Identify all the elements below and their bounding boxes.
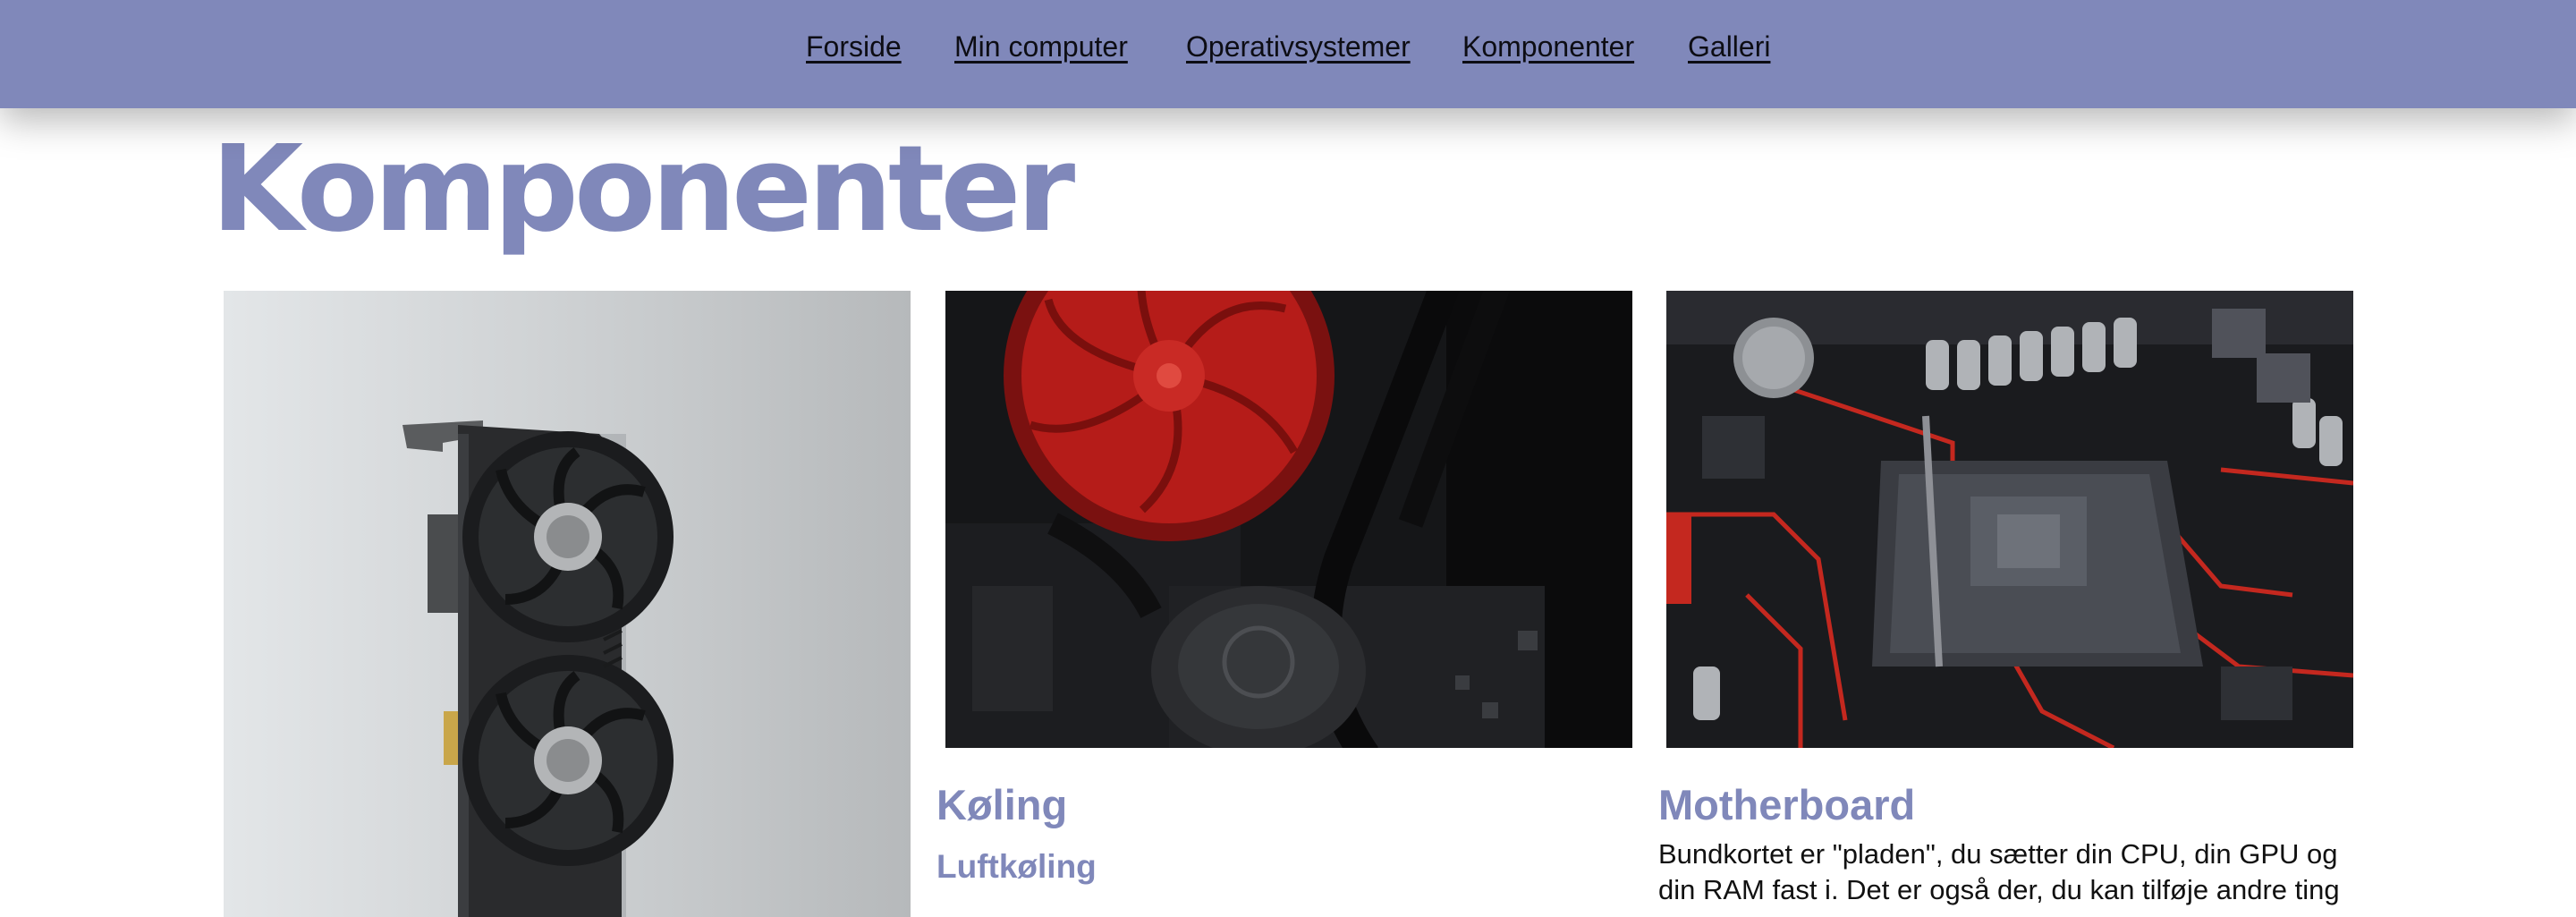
gpu-image: [224, 291, 911, 917]
cooling-image: [945, 291, 1632, 748]
card-subtitle-luftkoling: Luftkøling: [936, 848, 1097, 885]
main-nav: Forside Min computer Operativsystemer Ko…: [0, 0, 2576, 108]
nav-link-galleri[interactable]: Galleri: [1688, 30, 1770, 64]
nav-link-min-computer[interactable]: Min computer: [954, 30, 1128, 64]
nav-link-operativsystemer[interactable]: Operativsystemer: [1186, 30, 1411, 64]
card-title-koling: Køling: [936, 781, 1068, 828]
nav-link-forside[interactable]: Forside: [806, 30, 902, 64]
motherboard-image: [1666, 291, 2353, 748]
card-text-motherboard: Bundkortet er "pladen", du sætter din CP…: [1658, 838, 2340, 905]
nav-link-komponenter[interactable]: Komponenter: [1462, 30, 1634, 64]
page-title: Komponenter: [211, 121, 1075, 259]
card-title-motherboard: Motherboard: [1658, 781, 1916, 828]
